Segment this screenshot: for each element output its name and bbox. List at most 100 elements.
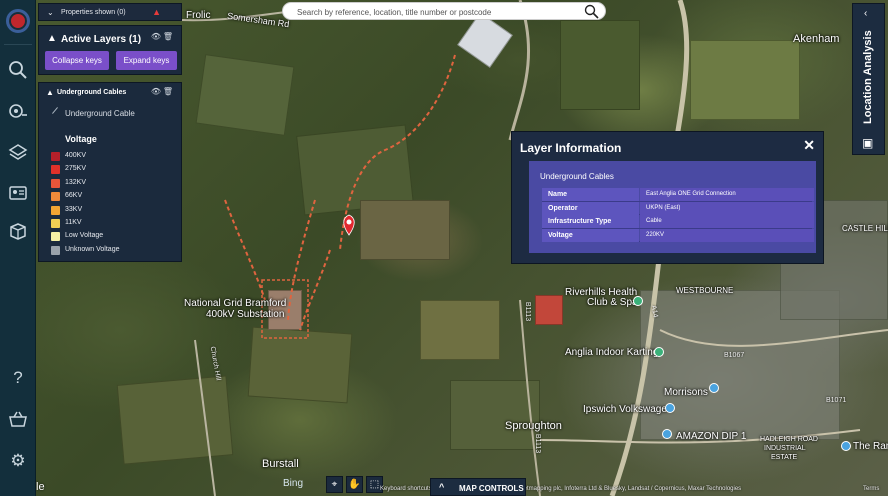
legend-swatch — [51, 245, 60, 255]
cable-line-icon — [52, 107, 58, 114]
map-label-amazon: AMAZON DIP 1 — [676, 431, 747, 442]
road-label-b1113: B1113 — [524, 301, 532, 322]
road-label-b1071: B1071 — [826, 397, 847, 404]
road-label-b1067: B1067 — [724, 352, 745, 359]
map-label-castle-hill: CASTLE HILL — [842, 224, 888, 233]
layer-details-card: Underground Cables Name East Anglia ONE G… — [529, 161, 816, 253]
eye-icon[interactable]: 👁 — [151, 87, 161, 96]
table-row: Voltage 220KV — [542, 228, 814, 242]
legend-label: 11KV — [65, 219, 82, 226]
b1067-road — [659, 329, 888, 347]
rail-divider — [4, 44, 32, 45]
close-icon[interactable]: ✕ — [803, 137, 815, 154]
chevron-down-icon[interactable]: ⌄ — [47, 8, 54, 17]
report-icon[interactable]: ▣ — [862, 136, 873, 150]
search-map-icon[interactable] — [8, 60, 28, 80]
legend-label: 275KV — [65, 165, 87, 173]
search-input[interactable] — [297, 6, 583, 18]
chevron-left-icon[interactable]: ‹ — [864, 8, 867, 19]
map-label-burstall: Burstall — [262, 458, 299, 470]
underground-cables-panel: ▲ Underground Cables 👁 🗑 Underground Cab… — [38, 82, 182, 262]
karting-pin-icon[interactable] — [654, 347, 664, 357]
locate-me-button[interactable]: ⌖ — [326, 476, 343, 493]
map-label-ipswich-vw: Ipswich Volkswagen — [583, 404, 673, 415]
map-controls-button[interactable]: ^ MAP CONTROLS — [430, 478, 526, 496]
map-label-sproughton: Sproughton — [505, 420, 562, 432]
b1113-road — [519, 299, 541, 496]
table-row: Infrastructure Type Cable — [542, 215, 814, 229]
map-label-hadleigh-3: ESTATE — [771, 454, 798, 461]
volkswagen-pin-icon[interactable] — [665, 403, 675, 413]
trash-icon[interactable]: 🗑 — [163, 32, 173, 41]
underground-cables-title: Underground Cables — [57, 89, 127, 96]
row-key: Operator — [542, 201, 639, 215]
map-label-the-ran: The Ran — [853, 441, 888, 452]
active-layers-panel: ▲ Active Layers (1) 👁 🗑 Collapse keys Ex… — [38, 25, 182, 75]
morrisons-pin-icon[interactable] — [709, 383, 719, 393]
layers-icon[interactable] — [8, 143, 28, 163]
cable-route — [224, 199, 266, 301]
properties-shown-bar[interactable]: ⌄ Properties shown (0) ▲ — [38, 3, 182, 21]
measure-tape-icon[interactable] — [8, 101, 28, 121]
underground-cable-label: Underground Cable — [65, 109, 135, 118]
legend-swatch — [51, 192, 60, 202]
chevron-up-icon: ^ — [439, 482, 445, 492]
layer-subtitle: Underground Cables — [540, 172, 614, 181]
legend-label: 33KV — [65, 205, 83, 213]
map-label-national-grid: National Grid Bramford — [184, 298, 287, 309]
terms-link[interactable]: Terms — [863, 486, 879, 492]
road-label-b1113-south: B1113 — [534, 433, 542, 454]
legend-label: 132KV — [65, 178, 87, 186]
location-analysis-label: Location Analysis — [862, 30, 874, 124]
legend-label: 400KV — [65, 152, 87, 159]
expand-keys-button[interactable]: Expand keys — [116, 51, 177, 70]
the-ran-pin-icon[interactable] — [841, 441, 851, 451]
help-icon[interactable]: ? — [8, 368, 28, 388]
table-row: Name East Anglia ONE Grid Connection — [542, 188, 814, 202]
legend-swatch — [51, 205, 60, 215]
search-bar — [282, 2, 606, 20]
legend-swatch — [51, 232, 60, 242]
b1113-road — [508, 0, 531, 141]
chevron-up-icon[interactable]: ▲ — [47, 33, 57, 44]
eye-icon[interactable]: 👁 — [151, 32, 161, 41]
map-label-hadleigh-1: HADLEIGH ROAD — [760, 436, 818, 443]
bing-logo: Bing — [283, 478, 303, 489]
map-label-hadleigh-2: INDUSTRIAL — [764, 445, 806, 452]
map-controls-label: MAP CONTROLS — [459, 484, 524, 493]
properties-shown-label: Properties shown (0) — [61, 9, 126, 16]
map-label-club-spa: Club & Spa — [587, 297, 638, 308]
map-label-anglia-karting: Anglia Indoor Karting — [565, 347, 659, 358]
popup-title: Layer Information — [520, 141, 622, 155]
location-analysis-tab[interactable]: ‹ Location Analysis ▣ — [852, 3, 885, 155]
app-logo-icon[interactable] — [6, 9, 30, 33]
row-key: Voltage — [542, 228, 639, 242]
row-value: Cable — [640, 215, 814, 228]
cable-route — [287, 199, 316, 321]
collapse-keys-button[interactable]: Collapse keys — [45, 51, 109, 70]
legend-swatch — [51, 219, 60, 228]
search-icon[interactable] — [584, 4, 599, 19]
id-card-icon[interactable] — [8, 183, 28, 203]
map-package-icon[interactable] — [8, 221, 28, 241]
left-rail: ? ⚙ — [0, 0, 36, 496]
chevron-up-icon[interactable]: ▲ — [46, 88, 54, 97]
row-value: UKPN (East) — [640, 201, 814, 215]
basket-icon[interactable] — [8, 409, 28, 429]
trash-icon[interactable]: 🗑 — [163, 87, 173, 96]
table-row: Operator UKPN (East) — [542, 201, 814, 215]
legend-label: 66KV — [65, 192, 83, 200]
pan-hand-button[interactable]: ✋ — [346, 476, 363, 493]
active-layers-title: Active Layers (1) — [61, 34, 142, 45]
legend-label: Low Voltage — [65, 232, 104, 240]
row-value: East Anglia ONE Grid Connection — [640, 188, 814, 201]
layer-information-popup: Layer Information ✕ Underground Cables N… — [511, 131, 824, 264]
spa-pin-icon[interactable] — [633, 296, 643, 306]
amazon-pin-icon[interactable] — [662, 429, 672, 439]
map-label-frolic: Frolic — [186, 10, 211, 21]
settings-gear-icon[interactable]: ⚙ — [8, 451, 28, 471]
layer-info-table: Name East Anglia ONE Grid Connection Opera… — [542, 188, 814, 242]
row-key: Name — [542, 188, 639, 201]
location-pin-icon — [343, 214, 355, 236]
warning-icon: ▲ — [152, 7, 161, 17]
